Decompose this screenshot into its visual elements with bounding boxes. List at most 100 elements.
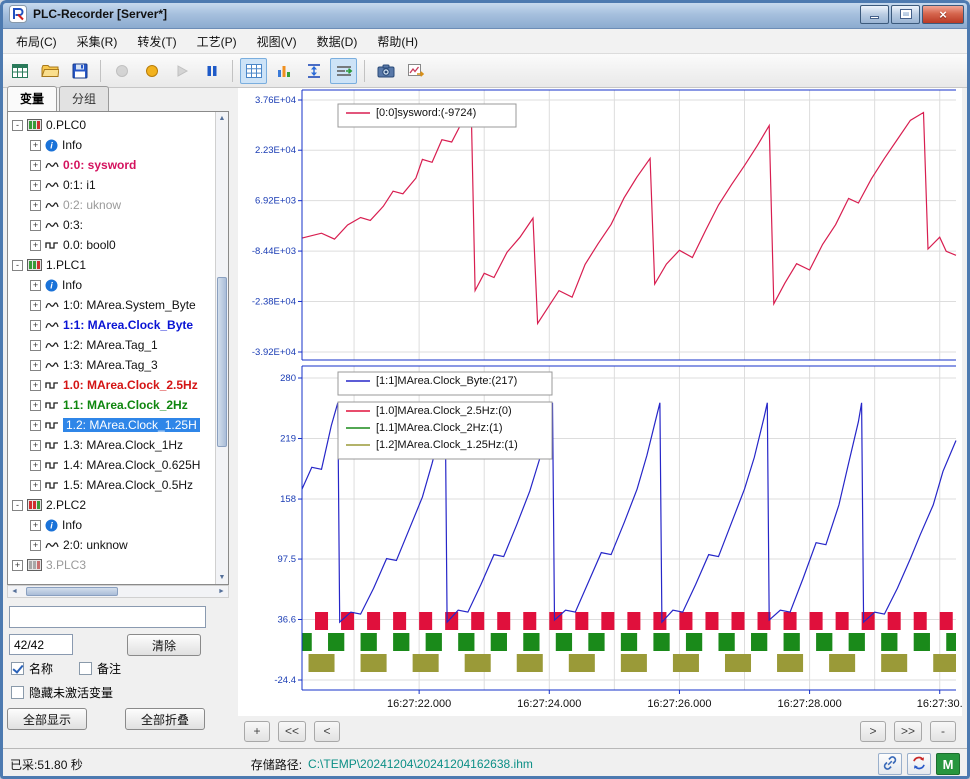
expand-toggle-icon[interactable]: + [30,479,41,491]
tree-item-label[interactable]: 0:0: sysword [63,158,136,172]
show-all-button[interactable]: 全部显示 [7,708,87,730]
tree-item-label[interactable]: 0:3: [63,218,83,232]
tree-item-label[interactable]: 0:2: uknow [63,198,121,212]
tree-item-label[interactable]: 2:0: unknow [63,538,128,552]
expand-toggle-icon[interactable]: + [30,439,41,451]
m-mode-button[interactable]: M [936,753,960,775]
tree-item[interactable]: - 1.PLC1 [8,255,215,275]
tree-item[interactable]: +0:0: sysword [8,155,215,175]
expand-toggle-icon[interactable]: + [30,319,41,331]
sync-button[interactable] [907,753,931,775]
expand-toggle-icon[interactable]: + [30,379,41,391]
collapse-toggle-icon[interactable]: - [12,119,23,131]
expand-toggle-icon[interactable]: + [30,459,41,471]
expand-toggle-icon[interactable]: + [30,299,41,311]
step-forward-button[interactable]: > [859,720,886,742]
expand-toggle-icon[interactable]: + [30,179,41,191]
page-forward-button[interactable]: >> [893,720,922,742]
tree-item[interactable]: +1.2: MArea.Clock_1.25H [8,415,215,435]
tree-item-label[interactable]: 1.4: MArea.Clock_0.625H [63,458,200,472]
expand-toggle-icon[interactable]: + [30,539,41,551]
tree-item-label[interactable]: 1:0: MArea.System_Byte [63,298,196,312]
snapshot-button[interactable] [372,58,399,84]
tab-variables[interactable]: 变量 [7,86,58,111]
tree-item[interactable]: +1.1: MArea.Clock_2Hz [8,395,215,415]
top-chart[interactable]: 3.76E+04 2.23E+04 6.92E+03 -8.44E+03 -2.38E+… [238,88,962,364]
expand-toggle-icon[interactable]: + [30,199,41,211]
tree-item[interactable]: +1.3: MArea.Clock_1Hz [8,435,215,455]
tree-item[interactable]: +3.PLC3 [8,555,215,575]
checkbox-name[interactable]: 名称 [11,660,53,677]
tree-item-label[interactable]: 1:2: MArea.Tag_1 [63,338,158,352]
menu-item-data[interactable]: 数据(D) [307,29,368,54]
tree-item-label[interactable]: Info [62,278,82,292]
expand-toggle-icon[interactable]: + [30,419,41,431]
replay-pause-button[interactable] [198,58,225,84]
tree-item[interactable]: + i Info [8,135,215,155]
tree-item-label[interactable]: 1.PLC1 [46,258,86,272]
export-curve-button[interactable] [402,58,429,84]
fit-horizontal-button[interactable] [330,57,357,84]
tree-item-label[interactable]: 3.PLC3 [46,558,86,572]
link-button[interactable] [878,753,902,775]
tree-item[interactable]: +0.0: bool0 [8,235,215,255]
checkbox-remark[interactable]: 备注 [79,660,121,677]
expand-toggle-icon[interactable]: + [30,239,41,251]
tree-vscrollbar[interactable]: ▲ ▼ [215,112,228,584]
expand-toggle-icon[interactable]: + [30,339,41,351]
expand-toggle-icon[interactable]: + [30,359,41,371]
expand-toggle-icon[interactable]: + [30,159,41,171]
scroll-down-icon[interactable]: ▼ [216,571,228,584]
expand-toggle-icon[interactable]: + [30,519,41,531]
tree-item[interactable]: +1.5: MArea.Clock_0.5Hz [8,475,215,495]
tree-item-label[interactable]: 1.5: MArea.Clock_0.5Hz [63,478,193,492]
tree-item[interactable]: +0:3: [8,215,215,235]
checkbox-name-box[interactable] [11,662,24,675]
menu-item-process[interactable]: 工艺(P) [187,29,247,54]
menu-item-view[interactable]: 视图(V) [247,29,307,54]
title-bar[interactable]: PLC-Recorder [Server*] × [0,0,970,29]
expand-toggle-icon[interactable]: + [30,399,41,411]
filter-input[interactable] [9,606,206,628]
tree-item-label[interactable]: Info [62,518,82,532]
tree-item-label[interactable]: 1:1: MArea.Clock_Byte [63,318,193,332]
record-start-button[interactable] [108,58,135,84]
menu-item-capture[interactable]: 采集(R) [67,29,128,54]
tree-item-label[interactable]: 0:1: i1 [63,178,96,192]
menu-item-layout[interactable]: 布局(C) [6,29,67,54]
tree-item[interactable]: +0:1: i1 [8,175,215,195]
record-stop-button[interactable] [138,58,165,84]
tree-item-label[interactable]: 1.1: MArea.Clock_2Hz [63,398,188,412]
tree-item[interactable]: +1:2: MArea.Tag_1 [8,335,215,355]
checkbox-hide-inactive[interactable]: 隐藏未激活变量 [11,684,113,701]
maximize-button[interactable] [891,4,920,24]
tree-item[interactable]: + i Info [8,515,215,535]
save-button[interactable] [66,58,93,84]
tree-item[interactable]: +1:1: MArea.Clock_Byte [8,315,215,335]
tab-groups[interactable]: 分组 [59,86,110,111]
scroll-right-icon[interactable]: ► [215,586,228,597]
tree-item-label[interactable]: Info [62,138,82,152]
minimize-button[interactable] [860,4,889,24]
hscroll-thumb[interactable] [26,587,118,596]
close-button[interactable]: × [922,4,964,24]
checkbox-hide-inactive-box[interactable] [11,686,24,699]
tree-hscrollbar[interactable]: ◄ ► [7,585,229,598]
tree-item[interactable]: +0:2: uknow [8,195,215,215]
bottom-chart[interactable]: 280 219 158 97.5 36.6 -24.4 16:27:22.000 16:27:… [238,364,962,716]
add-curve-button[interactable]: + [244,720,270,742]
expand-toggle-icon[interactable]: + [30,279,41,291]
grid-view-button[interactable] [240,57,267,84]
clear-button[interactable]: 清除 [127,634,201,656]
menu-item-forward[interactable]: 转发(T) [127,29,186,54]
scroll-up-icon[interactable]: ▲ [216,112,228,125]
expand-toggle-icon[interactable]: + [30,139,41,151]
collapse-toggle-icon[interactable]: - [12,499,23,511]
tree-item[interactable]: +1:0: MArea.System_Byte [8,295,215,315]
tree-item-label[interactable]: 0.0: bool0 [63,238,116,252]
tree-item[interactable]: +1.0: MArea.Clock_2.5Hz [8,375,215,395]
scroll-left-icon[interactable]: ◄ [8,586,21,597]
tree-item[interactable]: +1:3: MArea.Tag_3 [8,355,215,375]
tree-item[interactable]: - 0.PLC0 [8,115,215,135]
tree-item-label[interactable]: 1.0: MArea.Clock_2.5Hz [63,378,198,392]
